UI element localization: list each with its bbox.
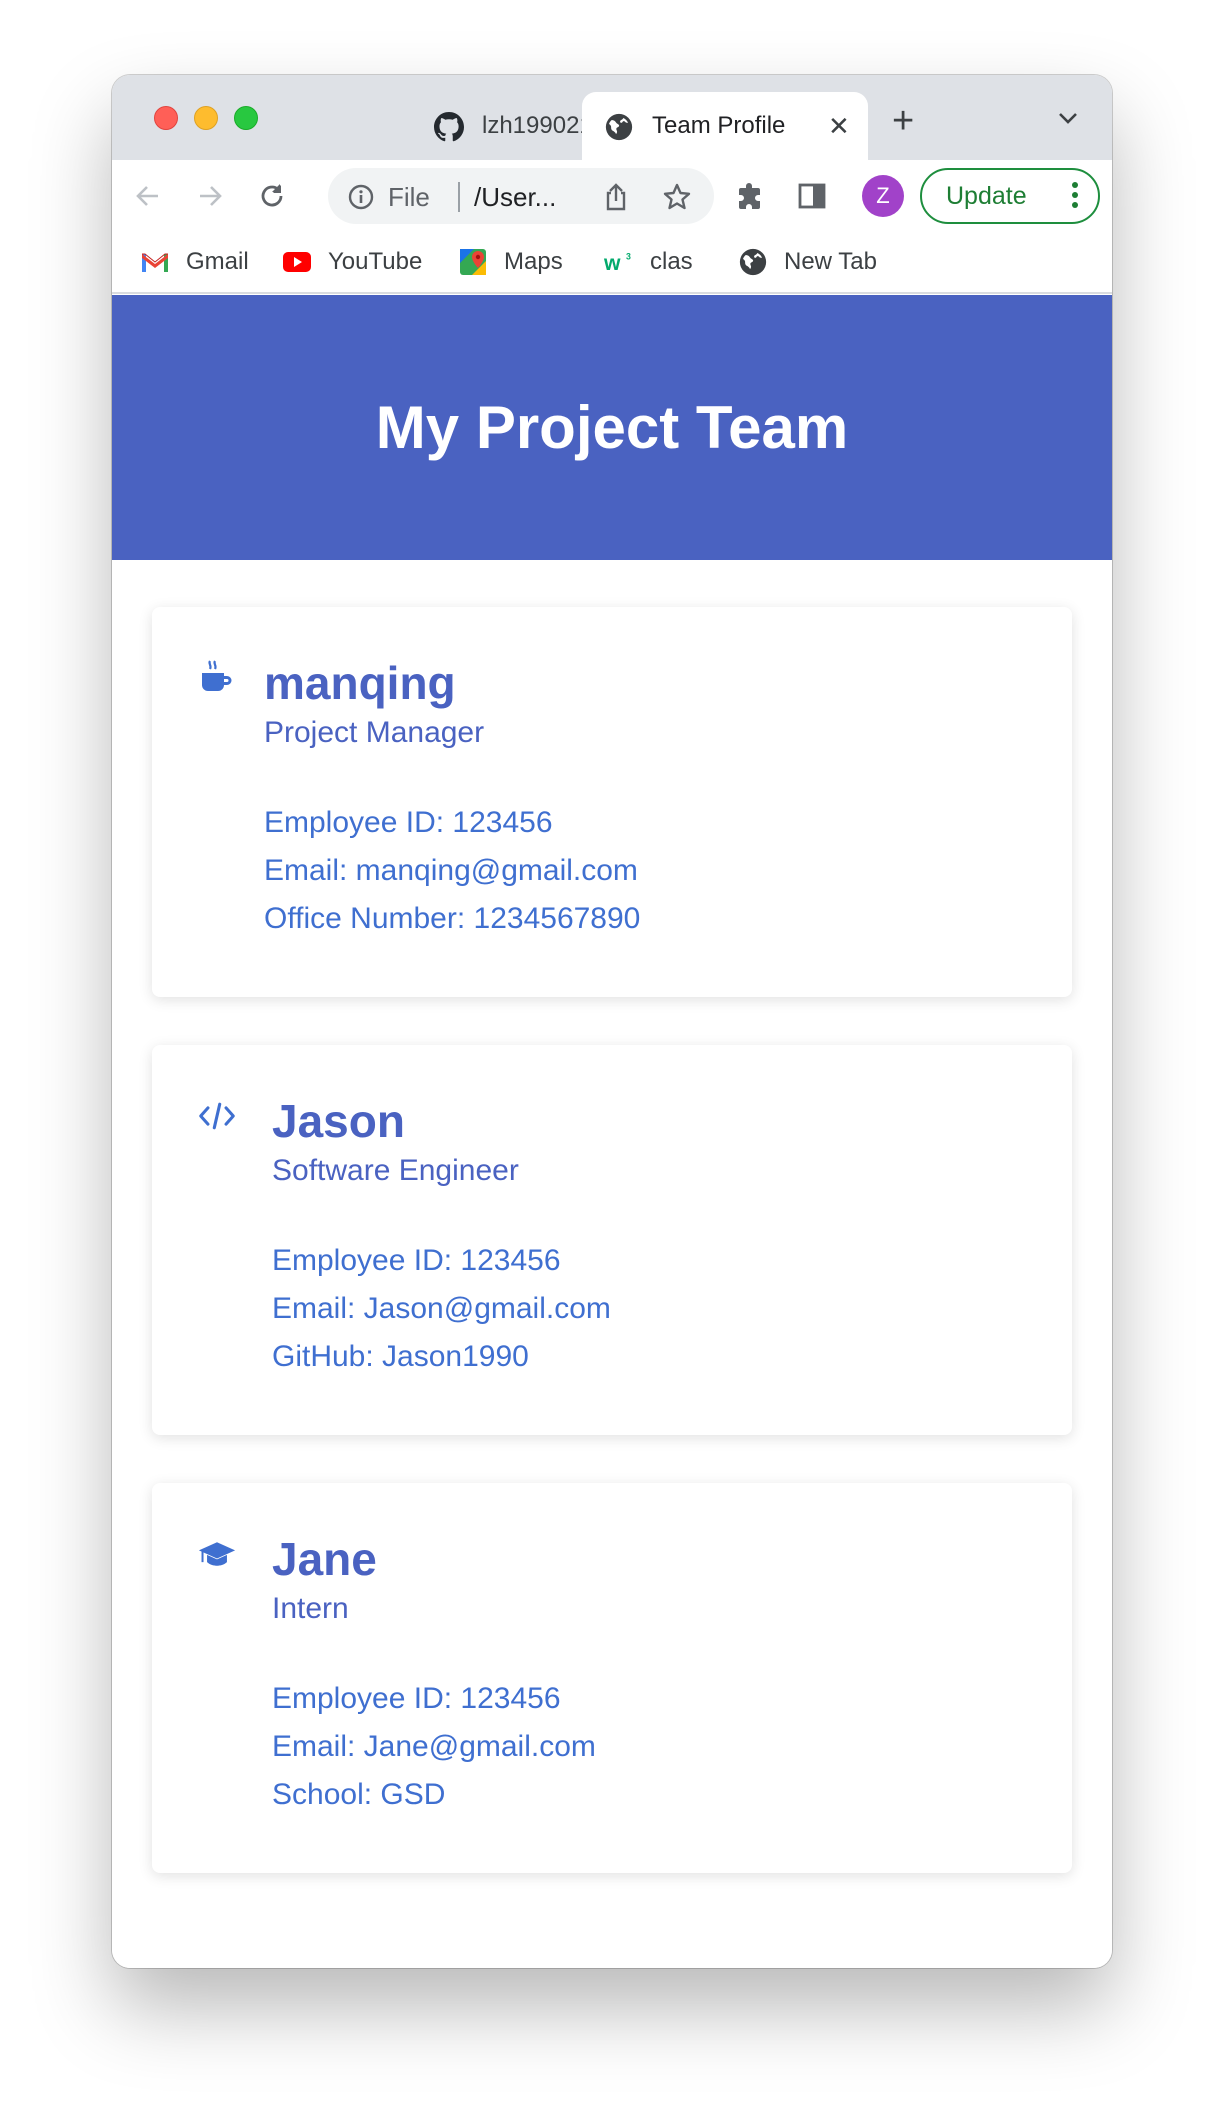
address-bar[interactable]: File /User... [328,168,714,224]
graduation-cap-icon [198,1542,236,1566]
share-icon[interactable] [602,182,630,212]
bookmark-label: Gmail [186,248,249,275]
bookmark-label: Maps [504,248,563,275]
member-name: manqing [264,657,456,709]
member-name: Jason [272,1095,405,1147]
member-id: Employee ID: 123456 [272,1244,561,1277]
avatar[interactable]: Z [862,175,904,217]
more-menu-icon[interactable] [1072,182,1078,208]
card-body: manqing Project Manager Employee ID: 123… [264,655,640,943]
gmail-icon [142,253,168,272]
member-id: Employee ID: 123456 [264,806,553,839]
member-name: Jane [272,1533,377,1585]
browser-toolbar: File /User... Z Update [112,160,1112,232]
page-content: My Project Team manqing Project Manager … [112,295,1112,1968]
extensions-icon[interactable] [736,180,768,212]
reload-icon[interactable] [256,180,288,212]
code-icon [199,1102,235,1130]
bookmark-maps[interactable]: Maps [458,242,563,282]
bookmark-new-tab[interactable]: New Tab [738,242,877,282]
member-email[interactable]: Email: Jane@gmail.com [272,1723,596,1771]
page-title: My Project Team [375,394,849,461]
new-tab-icon[interactable]: + [892,102,914,140]
tab-strip: lzh1990214/Te ✕ Team Profile ✕ + [112,75,1112,160]
svg-text:3: 3 [626,251,631,261]
card-body: Jane Intern Employee ID: 123456 Email: J… [272,1531,596,1819]
w3schools-icon: w 3 [604,251,631,275]
member-id: Employee ID: 123456 [272,1682,561,1715]
close-window-button[interactable] [154,106,178,130]
url-scheme: File [388,182,430,212]
github-icon [434,112,464,142]
back-icon[interactable] [132,180,164,212]
member-office-number: Office Number: 1234567890 [264,902,641,935]
coffee-icon [202,660,232,691]
svg-text:w: w [604,252,621,275]
bookmark-label: YouTube [328,248,423,275]
tab-team-profile[interactable]: Team Profile ✕ [582,92,868,160]
bookmark-gmail[interactable]: Gmail [140,242,249,282]
close-tab-icon[interactable]: ✕ [828,113,850,139]
member-role: Software Engineer [272,1154,519,1187]
minimize-window-button[interactable] [194,106,218,130]
member-github[interactable]: GitHub: Jason1990 [272,1333,611,1381]
url-text[interactable]: /User... [474,182,556,213]
bookmark-clas[interactable]: w 3 clas [604,242,693,282]
team-member-card: manqing Project Manager Employee ID: 123… [152,607,1072,997]
chevron-down-icon[interactable] [1056,111,1080,127]
team-member-card: Jane Intern Employee ID: 123456 Email: J… [152,1483,1072,1873]
bookmark-youtube[interactable]: YouTube [282,242,422,282]
member-email[interactable]: Email: manqing@gmail.com [264,847,640,895]
bookmark-star-icon[interactable] [662,182,692,212]
url-separator [458,182,460,212]
info-icon[interactable] [348,184,374,210]
member-role: Project Manager [264,716,485,749]
maps-icon [460,249,486,275]
page-header: My Project Team [112,295,1112,560]
update-button[interactable]: Update [920,168,1100,224]
side-panel-icon[interactable] [796,180,828,212]
update-label: Update [946,181,1027,210]
tab-title: Team Profile [652,112,786,139]
youtube-icon [283,252,311,272]
globe-icon [739,248,767,276]
member-role: Intern [272,1592,349,1625]
bookmarks-bar: Gmail YouTube Maps w 3 clas New Tab [112,232,1112,294]
team-member-card: Jason Software Engineer Employee ID: 123… [152,1045,1072,1435]
forward-icon[interactable] [194,180,226,212]
browser-window: lzh1990214/Te ✕ Team Profile ✕ + [112,75,1112,1968]
member-school: School: GSD [272,1778,446,1811]
card-body: Jason Software Engineer Employee ID: 123… [272,1093,611,1381]
globe-icon [605,113,633,141]
bookmark-label: New Tab [784,248,877,275]
maximize-window-button[interactable] [234,106,258,130]
member-email[interactable]: Email: Jason@gmail.com [272,1285,611,1333]
bookmark-label: clas [650,248,693,275]
